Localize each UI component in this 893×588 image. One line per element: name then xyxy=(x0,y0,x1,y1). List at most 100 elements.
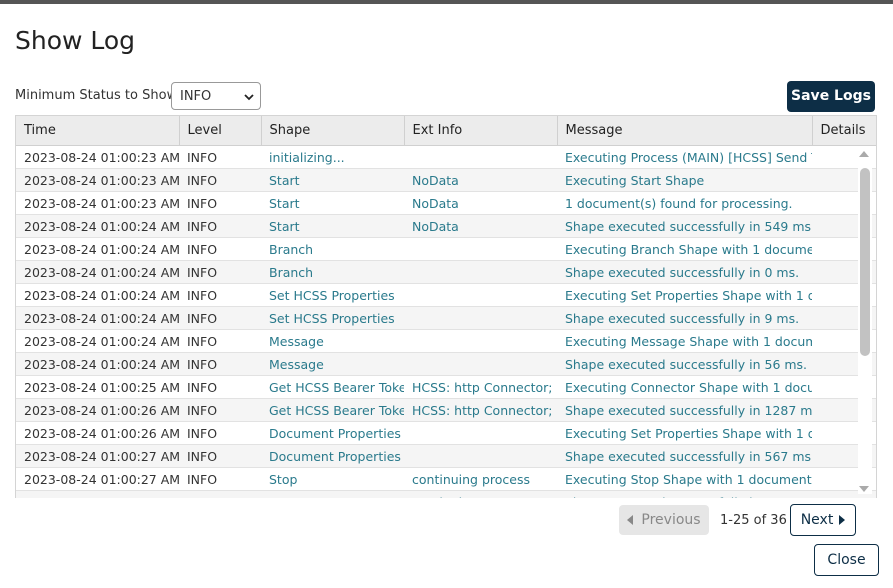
previous-label: Previous xyxy=(641,512,701,528)
cell-ext-info[interactable]: NoData xyxy=(404,214,557,238)
cell-level: INFO xyxy=(179,329,261,353)
scroll-up-arrow-icon[interactable] xyxy=(859,151,869,157)
cell-message[interactable]: Shape executed successfully in 0 ms. xyxy=(557,260,812,284)
cell-shape[interactable]: Message xyxy=(261,352,404,376)
chevron-down-icon xyxy=(244,94,254,101)
cell-shape[interactable]: Get HCSS Bearer Toke xyxy=(261,398,404,422)
column-header-ext-info[interactable]: Ext Info xyxy=(404,116,558,146)
cell-time: 2023-08-24 01:00:23 AM xyxy=(16,191,179,215)
cell-shape[interactable]: Document Properties xyxy=(261,421,404,445)
table-row[interactable]: 2023-08-24 01:00:23 AM INFO Start NoData Exe… xyxy=(16,168,876,192)
table-row[interactable]: 2023-08-24 01:00:24 AM INFO Start NoData Sha… xyxy=(16,214,876,238)
cell-level: INFO xyxy=(179,467,261,491)
scroll-down-arrow-icon[interactable] xyxy=(859,486,869,492)
cell-shape[interactable]: initializing... xyxy=(261,145,404,169)
cell-ext-info[interactable]: NoData xyxy=(404,191,557,215)
cell-ext-info[interactable]: continuing process xyxy=(404,490,557,498)
table-row[interactable]: 2023-08-24 01:00:24 AM INFO Branch Shape ex… xyxy=(16,260,876,284)
column-header-level[interactable]: Level xyxy=(179,116,262,146)
previous-page-button[interactable]: Previous xyxy=(619,505,709,535)
pagination-info: 1-25 of 36 xyxy=(720,513,787,528)
column-header-message[interactable]: Message xyxy=(557,116,813,146)
cell-message[interactable]: Executing Stop Shape with 1 document(s) xyxy=(557,467,812,491)
cell-message[interactable]: Shape executed successfully in 549 ms. xyxy=(557,214,812,238)
cell-message[interactable]: Shape executed successfully in 567 ms. xyxy=(557,444,812,468)
save-logs-button[interactable]: Save Logs xyxy=(787,81,875,112)
cell-time: 2023-08-24 01:00:27 AM xyxy=(16,490,179,498)
table-row[interactable]: 2023-08-24 01:00:27 AM INFO Document Prope… xyxy=(16,444,876,468)
cell-shape[interactable]: Stop xyxy=(261,467,404,491)
cell-level: INFO xyxy=(179,444,261,468)
min-status-select[interactable]: INFO xyxy=(171,82,261,110)
table-row[interactable]: 2023-08-24 01:00:24 AM INFO Branch Executin… xyxy=(16,237,876,261)
cell-ext-info[interactable]: HCSS: http Connector; H xyxy=(404,398,557,422)
cell-message[interactable]: Shape executed successfully in 56 ms. xyxy=(557,352,812,376)
min-status-label: Minimum Status to Show xyxy=(15,88,178,103)
cell-shape[interactable]: Branch xyxy=(261,260,404,284)
cell-message[interactable]: 1 document(s) found for processing. xyxy=(557,191,812,215)
cell-message[interactable]: Executing Set Properties Shape with 1 do xyxy=(557,421,812,445)
cell-message[interactable]: Executing Connector Shape with 1 docum xyxy=(557,375,812,399)
cell-shape[interactable]: Stop xyxy=(261,490,404,498)
table-row[interactable]: 2023-08-24 01:00:24 AM INFO Set HCSS Prope… xyxy=(16,306,876,330)
table-row[interactable]: 2023-08-24 01:00:23 AM INFO initializing..… xyxy=(16,145,876,169)
cell-time: 2023-08-24 01:00:24 AM xyxy=(16,352,179,376)
table-row[interactable]: 2023-08-24 01:00:23 AM INFO Start NoData 1 d… xyxy=(16,191,876,215)
cell-level: INFO xyxy=(179,306,261,330)
column-header-shape[interactable]: Shape xyxy=(261,116,405,146)
cell-time: 2023-08-24 01:00:23 AM xyxy=(16,168,179,192)
table-row[interactable]: 2023-08-24 01:00:26 AM INFO Document Prope… xyxy=(16,421,876,445)
table-row[interactable]: 2023-08-24 01:00:24 AM INFO Set HCSS Prope… xyxy=(16,283,876,307)
cell-shape[interactable]: Get HCSS Bearer Toke xyxy=(261,375,404,399)
cell-time: 2023-08-24 01:00:24 AM xyxy=(16,260,179,284)
cell-shape[interactable]: Start xyxy=(261,168,404,192)
next-page-button[interactable]: Next xyxy=(790,504,856,536)
cell-level: INFO xyxy=(179,490,261,498)
log-table-body: 2023-08-24 01:00:23 AM INFO initializing..… xyxy=(16,145,876,498)
cell-message[interactable]: Executing Start Shape xyxy=(557,168,812,192)
column-header-details[interactable]: Details xyxy=(812,116,876,146)
table-row[interactable]: 2023-08-24 01:00:24 AM INFO Message Executi… xyxy=(16,329,876,353)
cell-time: 2023-08-24 01:00:24 AM xyxy=(16,237,179,261)
cell-message[interactable]: Shape executed successfully in 1287 ms. xyxy=(557,398,812,422)
cell-level: INFO xyxy=(179,421,261,445)
cell-time: 2023-08-24 01:00:25 AM xyxy=(16,375,179,399)
table-header-row: Time Level Shape Ext Info Message Detail… xyxy=(16,116,876,146)
cell-ext-info xyxy=(404,444,557,468)
cell-message[interactable]: Shape executed successfully in 0 ms. xyxy=(557,490,812,498)
cell-message[interactable]: Executing Set Properties Shape with 1 do xyxy=(557,283,812,307)
close-button[interactable]: Close xyxy=(814,544,879,576)
cell-time: 2023-08-24 01:00:27 AM xyxy=(16,467,179,491)
table-row[interactable]: 2023-08-24 01:00:26 AM INFO Get HCSS Beare… xyxy=(16,398,876,422)
cell-level: INFO xyxy=(179,145,261,169)
cell-shape[interactable]: Set HCSS Properties xyxy=(261,306,404,330)
dialog-title: Show Log xyxy=(15,26,136,55)
cell-shape[interactable]: Message xyxy=(261,329,404,353)
table-row[interactable]: 2023-08-24 01:00:27 AMINFOStopcontinuing… xyxy=(16,467,876,491)
window-top-border xyxy=(0,0,893,4)
cell-ext-info[interactable]: HCSS: http Connector; H xyxy=(404,375,557,399)
cell-shape[interactable]: Start xyxy=(261,191,404,215)
table-row[interactable]: 2023-08-24 01:00:25 AM INFO Get HCSS Beare… xyxy=(16,375,876,399)
cell-ext-info[interactable]: continuing process xyxy=(404,467,557,491)
cell-shape[interactable]: Branch xyxy=(261,237,404,261)
cell-message[interactable]: Executing Branch Shape with 1 document xyxy=(557,237,812,261)
cell-shape[interactable]: Document Properties xyxy=(261,444,404,468)
cell-shape[interactable]: Start xyxy=(261,214,404,238)
cell-message[interactable]: Executing Process (MAIN) [HCSS] Send Tir xyxy=(557,145,812,169)
cell-time: 2023-08-24 01:00:26 AM xyxy=(16,398,179,422)
next-label: Next xyxy=(800,512,834,528)
cell-time: 2023-08-24 01:00:24 AM xyxy=(16,329,179,353)
table-row[interactable]: 2023-08-24 01:00:24 AM INFO Message Shape e… xyxy=(16,352,876,376)
cell-level: INFO xyxy=(179,237,261,261)
cell-message[interactable]: Shape executed successfully in 9 ms. xyxy=(557,306,812,330)
cell-ext-info[interactable]: NoData xyxy=(404,168,557,192)
min-status-selected-value: INFO xyxy=(180,89,212,104)
scrollbar-thumb[interactable] xyxy=(860,168,870,356)
cell-shape[interactable]: Set HCSS Properties xyxy=(261,283,404,307)
cell-level: INFO xyxy=(179,352,261,376)
cell-message[interactable]: Executing Message Shape with 1 docume xyxy=(557,329,812,353)
caret-right-icon xyxy=(839,515,846,525)
table-row[interactable]: 2023-08-24 01:00:27 AMINFOStopcontinuing… xyxy=(16,490,876,498)
column-header-time[interactable]: Time xyxy=(16,116,180,146)
